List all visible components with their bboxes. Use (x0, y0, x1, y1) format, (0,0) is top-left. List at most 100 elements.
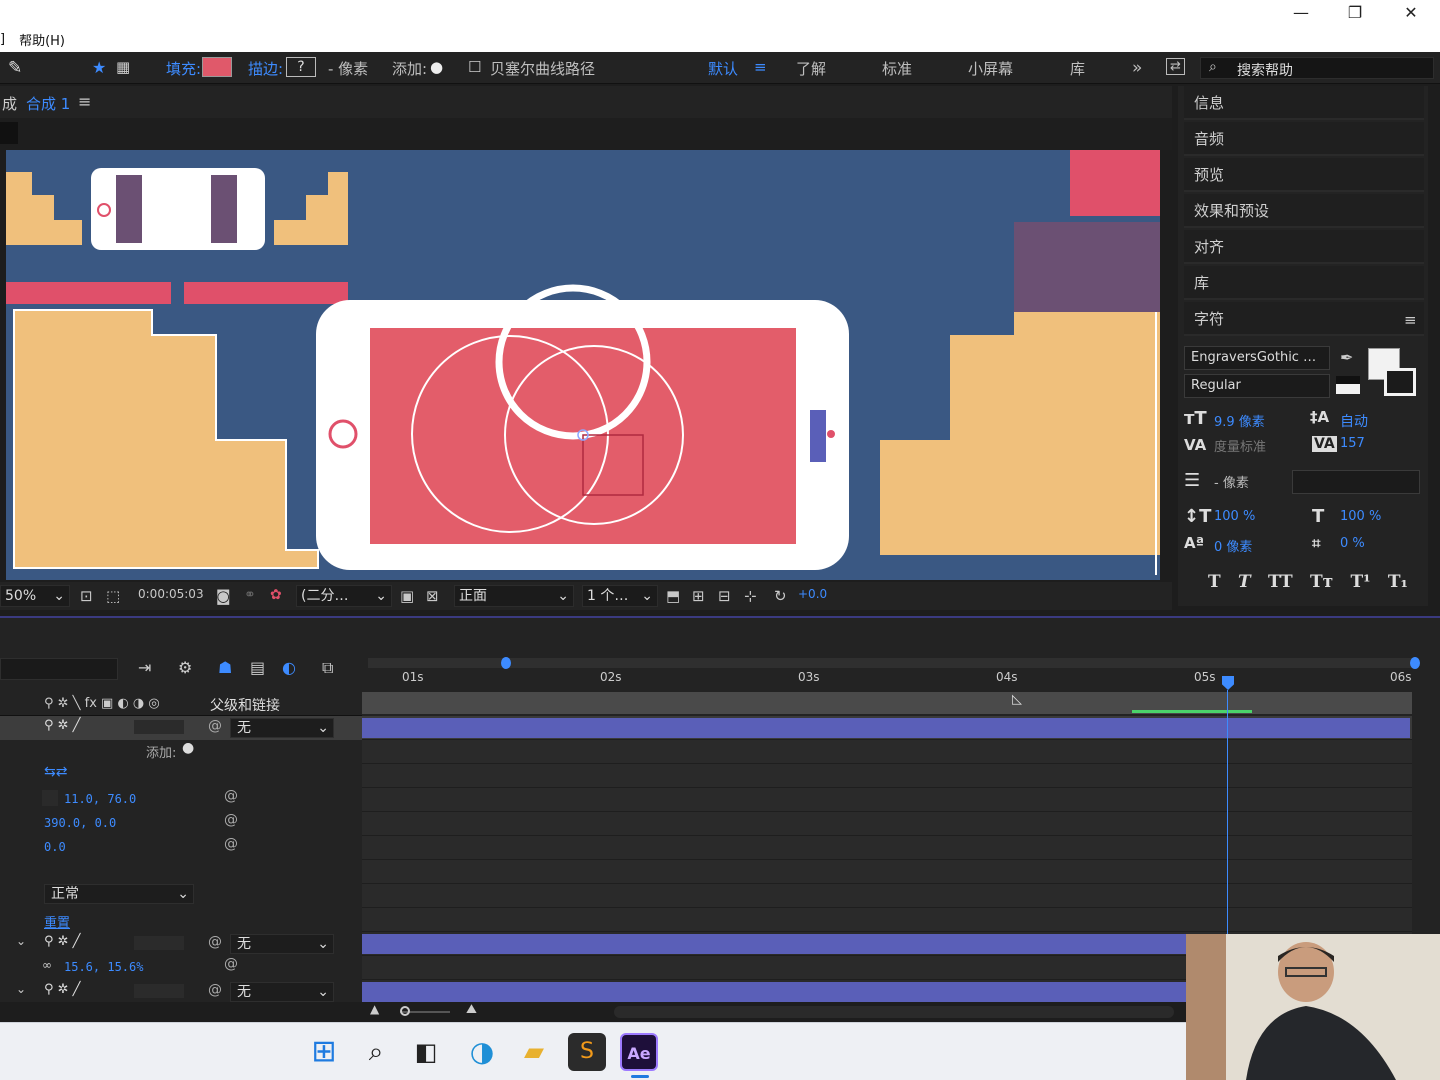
pin-tool-icon[interactable]: ✎ (8, 58, 22, 78)
search-icon[interactable]: ⌕ (357, 1033, 395, 1071)
comp-tab-menu-icon[interactable]: ≡ (78, 92, 91, 111)
leading-value[interactable]: 自动 (1340, 411, 1368, 431)
task-view-icon[interactable]: ◧ (407, 1033, 445, 1071)
character-menu-icon[interactable]: ≡ (1404, 311, 1417, 329)
after-effects-icon[interactable]: Ae (620, 1033, 658, 1071)
sync-icon[interactable]: ⇄ (1166, 58, 1185, 75)
view-dropdown[interactable]: 正面 ⌄ (454, 585, 574, 607)
roi-icon[interactable]: ▣ (400, 587, 414, 605)
comp-marker-track[interactable]: ◺ (362, 692, 1412, 714)
small-caps-button[interactable]: Tт (1310, 572, 1333, 592)
exposure-value[interactable]: +0.0 (798, 587, 827, 601)
parent-dropdown[interactable]: 无 ⌄ (230, 718, 334, 738)
timeline-icon[interactable]: ⊟ (718, 587, 731, 605)
frame-blending-icon[interactable]: ▤ (250, 658, 265, 677)
windows-start-icon[interactable]: ⊞ (305, 1033, 343, 1071)
stroke-color-swatch[interactable] (1384, 368, 1416, 396)
zoom-out-icon[interactable]: ▲ (370, 1002, 379, 1016)
vertical-scale-value[interactable]: 100 % (1214, 509, 1255, 524)
workspace-library[interactable]: 库 (1070, 58, 1085, 79)
panel-effects-presets[interactable]: 效果和预设 (1184, 194, 1424, 228)
motion-blur-icon[interactable]: ◐ (282, 658, 296, 677)
work-area-bar[interactable] (368, 658, 1414, 668)
pickwhip-icon[interactable]: @ (208, 982, 222, 998)
layer-row[interactable]: ⌄ ⚲ ✲ ╱ @ 无 ⌄ (0, 980, 362, 1004)
panel-info[interactable]: 信息 (1184, 86, 1424, 120)
font-family-dropdown[interactable]: EngraversGothic … (1184, 346, 1330, 370)
fill-label[interactable]: 填充: (166, 58, 201, 79)
stroke-style-dropdown[interactable] (1292, 470, 1420, 494)
composition-tab[interactable]: 合成 1 (26, 93, 70, 114)
add-button-icon[interactable]: ● (430, 58, 443, 76)
zoom-dropdown[interactable]: 50% ⌄ (0, 585, 70, 607)
horizontal-scale-value[interactable]: 100 % (1340, 509, 1381, 524)
workspace-small-screen[interactable]: 小屏幕 (968, 58, 1013, 79)
panel-preview[interactable]: 预览 (1184, 158, 1424, 192)
constrain-proportions-icon[interactable]: ∞ (42, 958, 52, 972)
layer-switches-icon[interactable]: ⚲ ✲ ╱ (44, 934, 81, 949)
faux-bold-button[interactable]: T (1208, 572, 1221, 592)
eyedropper-icon[interactable]: ✒ (1340, 348, 1353, 367)
resolution-dropdown[interactable]: (二分… ⌄ (296, 585, 392, 607)
property-pickwhip-icon[interactable]: @ (224, 836, 238, 852)
transparency-grid-icon[interactable]: ⊠ (426, 587, 439, 605)
layer-duration-bar[interactable] (362, 718, 1410, 738)
parent-dropdown[interactable]: 无 ⌄ (230, 982, 334, 1002)
stroke-width-value[interactable]: - 像素 (1214, 472, 1249, 491)
link-toggle-icon[interactable]: ⇆⇄ (44, 764, 67, 780)
more-workspaces-icon[interactable]: » (1132, 58, 1142, 78)
file-explorer-icon[interactable]: ▰ (515, 1033, 553, 1071)
composition-flowchart-icon[interactable]: ⇥ (138, 658, 151, 677)
flowchart-icon[interactable]: ⊹ (744, 587, 757, 605)
close-button[interactable]: ✕ (1388, 2, 1434, 24)
parent-dropdown[interactable]: 无 ⌄ (230, 934, 334, 954)
all-caps-button[interactable]: TT (1268, 572, 1293, 592)
rotation-value[interactable]: 0.0 (44, 840, 66, 854)
graph-editor-icon[interactable]: ⧉ (322, 658, 333, 678)
search-box[interactable]: ⌕ 搜索帮助 (1200, 57, 1434, 79)
panel-library[interactable]: 库 (1184, 266, 1424, 300)
black-white-swatch[interactable] (1336, 376, 1360, 394)
panel-audio[interactable]: 音频 (1184, 122, 1424, 156)
comp-thumbnail[interactable] (0, 122, 18, 144)
font-size-value[interactable]: 9.9 像素 (1214, 411, 1265, 430)
pickwhip-icon[interactable]: @ (208, 934, 222, 950)
blend-mode-dropdown[interactable]: 正常 ⌄ (44, 884, 194, 904)
menu-item-help[interactable]: 帮助(H) (19, 30, 65, 49)
layer-row[interactable]: ⚲ ✲ ╱ @ 无 ⌄ (0, 716, 362, 740)
property-pickwhip-icon[interactable]: @ (224, 788, 238, 804)
sublime-icon[interactable]: S (568, 1033, 606, 1071)
property-pickwhip-icon[interactable]: @ (224, 812, 238, 828)
bezier-checkbox[interactable]: ☐ (468, 58, 481, 76)
layer-switch-boxes[interactable] (134, 984, 184, 998)
layer-switches-icon[interactable]: ⚲ ✲ ╱ (44, 718, 81, 733)
kerning-value[interactable]: 度量标准 (1214, 436, 1266, 455)
timecode[interactable]: 0:00:05:03 (138, 587, 204, 601)
superscript-button[interactable]: T¹ (1350, 572, 1370, 592)
fit-icon[interactable]: ⊡ (80, 587, 93, 605)
reset-link[interactable]: 重置 (44, 912, 70, 931)
baseline-shift-value[interactable]: 0 像素 (1214, 536, 1252, 555)
layer-row[interactable]: ⌄ ⚲ ✲ ╱ @ 无 ⌄ (0, 932, 362, 956)
anchor-value[interactable]: 11.0, 76.0 (64, 792, 136, 806)
keyframe-checkbox[interactable] (42, 790, 58, 806)
region-icon[interactable]: ⬚ (106, 587, 120, 605)
shy-layers-icon[interactable]: ☗ (218, 658, 232, 677)
fill-swatch[interactable] (202, 57, 232, 77)
zoom-slider-handle[interactable] (400, 1006, 410, 1016)
font-style-dropdown[interactable]: Regular (1184, 374, 1330, 398)
workspace-learn[interactable]: 了解 (796, 58, 826, 79)
tracking-value[interactable]: 157 (1340, 436, 1365, 451)
layer-switch-boxes[interactable] (134, 720, 184, 734)
star-icon[interactable]: ★ (92, 58, 106, 77)
playhead-handle[interactable] (1222, 676, 1234, 690)
panel-character[interactable]: 字符 (1184, 302, 1424, 336)
composition-viewer[interactable] (6, 150, 1160, 580)
work-area-end-handle[interactable] (1410, 657, 1420, 669)
workspace-default[interactable]: 默认 (708, 58, 738, 79)
expand-chevron-icon[interactable]: ⌄ (16, 934, 26, 948)
toggle-pixel-icon[interactable]: ⬒ (666, 587, 680, 605)
faux-italic-button[interactable]: T (1238, 572, 1251, 592)
work-area-start-handle[interactable] (501, 657, 511, 669)
layer-search-input[interactable] (0, 658, 118, 680)
